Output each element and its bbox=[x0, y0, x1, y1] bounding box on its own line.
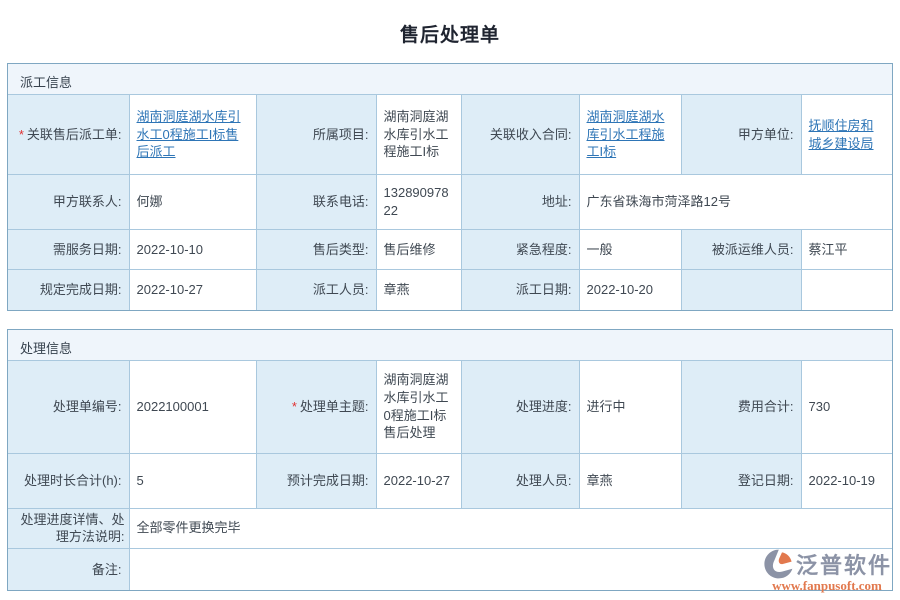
service-date-label: 需服务日期: bbox=[8, 230, 129, 270]
dispatch-section-header: 派工信息 bbox=[8, 64, 892, 94]
handler-value: 章燕 bbox=[579, 453, 681, 508]
duration-label: 处理时长合计(h): bbox=[8, 453, 129, 508]
address-value: 广东省珠海市菏泽路12号 bbox=[579, 175, 892, 230]
required-asterisk: * bbox=[292, 399, 297, 414]
address-label: 地址: bbox=[461, 175, 579, 230]
dispatch-info-table: *关联售后派工单: 湖南洞庭湖水库引水工0程施工I标售后派工 所属项目: 湖南洞… bbox=[8, 94, 892, 310]
empty-value-cell bbox=[801, 270, 892, 310]
process-section-header: 处理信息 bbox=[8, 330, 892, 360]
table-row: 需服务日期: 2022-10-10 售后类型: 售后维修 紧急程度: 一般 被派… bbox=[8, 230, 892, 270]
dispatch-order-label: *关联售后派工单: bbox=[8, 95, 129, 175]
cost-total-label: 费用合计: bbox=[681, 360, 801, 453]
party-a-link[interactable]: 抚顺住房和城乡建设局 bbox=[809, 118, 874, 151]
contact-value: 何娜 bbox=[129, 175, 256, 230]
dispatch-date-label: 派工日期: bbox=[461, 270, 579, 310]
urgency-label: 紧急程度: bbox=[461, 230, 579, 270]
party-a-cell: 抚顺住房和城乡建设局 bbox=[801, 95, 892, 175]
process-info-table: 处理单编号: 2022100001 *处理单主题: 湖南洞庭湖水库引水工0程施工… bbox=[8, 360, 892, 591]
cost-total-value: 730 bbox=[801, 360, 892, 453]
progress-detail-label: 处理进度详情、处理方法说明: bbox=[8, 508, 129, 548]
ops-staff-value: 蔡江平 bbox=[801, 230, 892, 270]
progress-value: 进行中 bbox=[579, 360, 681, 453]
duration-value: 5 bbox=[129, 453, 256, 508]
dispatch-order-cell: 湖南洞庭湖水库引水工0程施工I标售后派工 bbox=[129, 95, 256, 175]
service-date-value: 2022-10-10 bbox=[129, 230, 256, 270]
income-contract-cell: 湖南洞庭湖水库引水工程施工I标 bbox=[579, 95, 681, 175]
expected-date-label: 预计完成日期: bbox=[256, 453, 376, 508]
table-row: 甲方联系人: 何娜 联系电话: 13289097822 地址: 广东省珠海市菏泽… bbox=[8, 175, 892, 230]
dispatch-order-link[interactable]: 湖南洞庭湖水库引水工0程施工I标售后派工 bbox=[137, 109, 241, 159]
empty-label-cell bbox=[681, 270, 801, 310]
process-info-section: 处理信息 处理单编号: 2022100001 *处理单主题: 湖南洞庭湖水库引水… bbox=[7, 329, 893, 592]
remark-label: 备注: bbox=[8, 548, 129, 590]
dispatcher-value: 章燕 bbox=[376, 270, 461, 310]
project-label: 所属项目: bbox=[256, 95, 376, 175]
handler-label: 处理人员: bbox=[461, 453, 579, 508]
page-title: 售后处理单 bbox=[0, 0, 900, 63]
table-row: *关联售后派工单: 湖南洞庭湖水库引水工0程施工I标售后派工 所属项目: 湖南洞… bbox=[8, 95, 892, 175]
order-no-value: 2022100001 bbox=[129, 360, 256, 453]
register-date-value: 2022-10-19 bbox=[801, 453, 892, 508]
progress-detail-value: 全部零件更换完毕 bbox=[129, 508, 892, 548]
remark-value bbox=[129, 548, 892, 590]
table-row: 处理时长合计(h): 5 预计完成日期: 2022-10-27 处理人员: 章燕… bbox=[8, 453, 892, 508]
order-no-label: 处理单编号: bbox=[8, 360, 129, 453]
expected-date-value: 2022-10-27 bbox=[376, 453, 461, 508]
dispatcher-label: 派工人员: bbox=[256, 270, 376, 310]
deadline-value: 2022-10-27 bbox=[129, 270, 256, 310]
table-row: 处理单编号: 2022100001 *处理单主题: 湖南洞庭湖水库引水工0程施工… bbox=[8, 360, 892, 453]
progress-label: 处理进度: bbox=[461, 360, 579, 453]
register-date-label: 登记日期: bbox=[681, 453, 801, 508]
table-row: 处理进度详情、处理方法说明: 全部零件更换完毕 bbox=[8, 508, 892, 548]
required-asterisk: * bbox=[19, 127, 24, 142]
phone-label: 联系电话: bbox=[256, 175, 376, 230]
party-a-label: 甲方单位: bbox=[681, 95, 801, 175]
table-row: 备注: bbox=[8, 548, 892, 590]
subject-value: 湖南洞庭湖水库引水工0程施工I标售后处理 bbox=[376, 360, 461, 453]
phone-value: 13289097822 bbox=[376, 175, 461, 230]
subject-label: *处理单主题: bbox=[256, 360, 376, 453]
table-row: 规定完成日期: 2022-10-27 派工人员: 章燕 派工日期: 2022-1… bbox=[8, 270, 892, 310]
aftersale-type-label: 售后类型: bbox=[256, 230, 376, 270]
ops-staff-label: 被派运维人员: bbox=[681, 230, 801, 270]
contact-label: 甲方联系人: bbox=[8, 175, 129, 230]
urgency-value: 一般 bbox=[579, 230, 681, 270]
aftersale-type-value: 售后维修 bbox=[376, 230, 461, 270]
deadline-label: 规定完成日期: bbox=[8, 270, 129, 310]
dispatch-info-section: 派工信息 *关联售后派工单: 湖南洞庭湖水库引水工0程施工I标售后派工 所属项目… bbox=[7, 63, 893, 311]
income-contract-label: 关联收入合同: bbox=[461, 95, 579, 175]
project-value: 湖南洞庭湖水库引水工程施工I标 bbox=[376, 95, 461, 175]
income-contract-link[interactable]: 湖南洞庭湖水库引水工程施工I标 bbox=[587, 109, 665, 159]
dispatch-date-value: 2022-10-20 bbox=[579, 270, 681, 310]
